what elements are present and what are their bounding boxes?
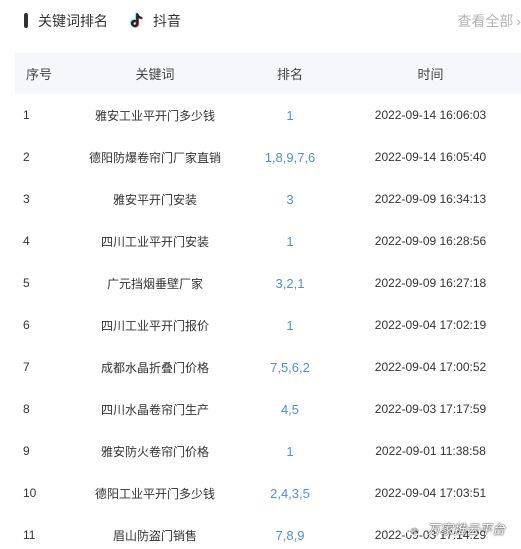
- row-rank: 1: [286, 107, 294, 123]
- keyword-table: 序号 关键词 排名 时间 1 雅安工业平开门多少钱 1 2022-09-14 16:0…: [15, 53, 521, 549]
- row-rank: 1: [286, 443, 294, 459]
- row-index: 11: [23, 528, 36, 542]
- row-rank: 1: [286, 233, 294, 249]
- row-rank: 3: [286, 191, 294, 207]
- row-keyword: 成都水晶折叠门价格: [100, 360, 209, 375]
- row-keyword: 雅安平开门安装: [112, 192, 197, 207]
- table-row: 4 四川工业平开门安装 1 2022-09-09 16:28:56: [15, 220, 521, 262]
- row-index: 1: [23, 108, 30, 122]
- row-time: 2022-09-04 17:00:52: [374, 360, 487, 374]
- column-header-keyword: 关键词: [135, 67, 175, 82]
- row-rank: 3,2,1: [275, 275, 305, 291]
- table-row: 10 德阳工业平开门多少钱 2,4,3,5 2022-09-04 17:03:51: [15, 472, 521, 514]
- chevron-right-icon: ›: [516, 13, 521, 29]
- row-rank: 2,4,3,5: [270, 485, 310, 501]
- row-keyword: 德阳防爆卷帘门厂家直销: [88, 150, 221, 165]
- table-row: 3 雅安平开门安装 3 2022-09-09 16:34:13: [15, 178, 521, 220]
- row-time: 2022-09-03 17:17:59: [374, 402, 487, 416]
- table-body: 1 雅安工业平开门多少钱 1 2022-09-14 16:06:03 2 德阳防爆卷帘门厂…: [15, 94, 521, 549]
- row-rank: 7,5,6,2: [270, 359, 310, 375]
- keyword-ranking-panel: 关键词排名 抖音 查看全部 › 序号 关键词 排名 时间 1 雅安工业平开门多少钱 1…: [0, 0, 521, 549]
- platform-label: 抖音: [153, 13, 181, 29]
- row-index: 3: [23, 192, 30, 206]
- title-accent-bar: [24, 13, 28, 28]
- view-all-link[interactable]: 查看全部 ›: [457, 12, 521, 30]
- row-keyword: 眉山防盗门销售: [112, 528, 197, 543]
- row-time: 2022-09-09 16:27:18: [374, 276, 487, 290]
- table-row: 1 雅安工业平开门多少钱 1 2022-09-14 16:06:03: [15, 94, 521, 136]
- row-index: 9: [23, 444, 30, 458]
- row-index: 5: [23, 276, 30, 290]
- row-keyword: 四川工业平开门报价: [100, 318, 209, 333]
- row-keyword: 四川工业平开门安装: [100, 234, 209, 249]
- table-row: 6 四川工业平开门报价 1 2022-09-04 17:02:19: [15, 304, 521, 346]
- table-row: 11 眉山防盗门销售 7,8,9 2022-09-03 17:14:29: [15, 514, 521, 549]
- row-time: 2022-09-14 16:06:03: [374, 108, 487, 122]
- panel-title: 关键词排名: [38, 13, 108, 29]
- column-header-rank: 排名: [276, 67, 303, 82]
- row-keyword: 广元挡烟垂壁厂家: [106, 276, 203, 291]
- row-time: 2022-09-04 17:02:19: [374, 318, 487, 332]
- row-keyword: 雅安防火卷帘门价格: [100, 444, 209, 459]
- row-index: 4: [23, 234, 30, 248]
- view-all-label: 查看全部: [457, 13, 514, 29]
- row-keyword: 四川水晶卷帘门生产: [100, 402, 209, 417]
- row-index: 7: [23, 360, 30, 374]
- row-index: 10: [23, 486, 37, 500]
- table-row: 7 成都水晶折叠门价格 7,5,6,2 2022-09-04 17:00:52: [15, 346, 521, 388]
- column-header-time: 时间: [417, 67, 444, 82]
- row-time: 2022-09-09 16:34:13: [374, 192, 487, 206]
- row-time: 2022-09-14 16:05:40: [374, 150, 487, 164]
- table-row: 8 四川水晶卷帘门生产 4,5 2022-09-03 17:17:59: [15, 388, 521, 430]
- row-keyword: 德阳工业平开门多少钱: [94, 486, 215, 501]
- row-time: 2022-09-04 17:03:51: [374, 486, 487, 500]
- row-index: 6: [23, 318, 30, 332]
- table-row: 5 广元挡烟垂壁厂家 3,2,1 2022-09-09 16:27:18: [15, 262, 521, 304]
- row-index: 8: [23, 402, 30, 416]
- row-rank: 1: [286, 317, 294, 333]
- row-rank: 1,8,9,7,6: [264, 149, 316, 165]
- panel-header: 关键词排名 抖音 查看全部 ›: [0, 0, 521, 44]
- row-time: 2022-09-09 16:28:56: [374, 234, 487, 248]
- table-row: 2 德阳防爆卷帘门厂家直销 1,8,9,7,6 2022-09-14 16:05:40: [15, 136, 521, 178]
- table-row: 9 雅安防火卷帘门价格 1 2022-09-01 11:38:58: [15, 430, 521, 472]
- row-time: 2022-09-01 11:38:58: [375, 444, 486, 458]
- row-index: 2: [23, 150, 30, 164]
- row-rank: 7,8,9: [275, 527, 305, 543]
- row-keyword: 雅安工业平开门多少钱: [94, 108, 215, 123]
- tiktok-note-icon: [130, 12, 143, 28]
- row-time: 2022-09-03 17:14:29: [374, 528, 487, 542]
- row-rank: 4,5: [280, 401, 300, 417]
- column-header-index: 序号: [26, 67, 53, 82]
- table-header: 序号 关键词 排名 时间: [15, 53, 521, 94]
